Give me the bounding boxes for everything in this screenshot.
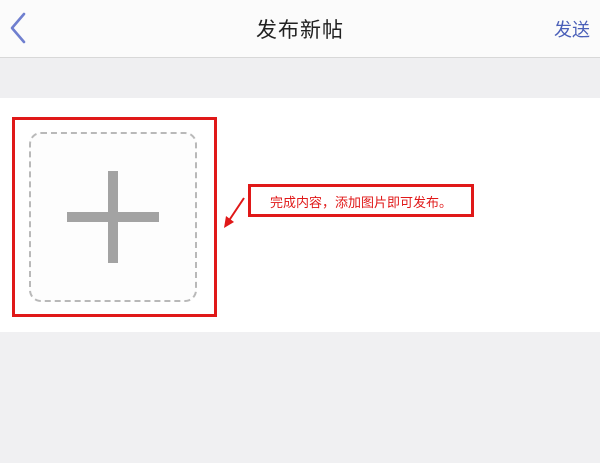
highlight-frame bbox=[12, 117, 217, 317]
instruction-callout: 完成内容，添加图片即可发布。 bbox=[248, 184, 474, 217]
add-image-button[interactable] bbox=[29, 132, 197, 302]
navigation-bar: 发布新帖 发送 bbox=[0, 0, 600, 58]
arrow-icon bbox=[224, 197, 245, 228]
page-title: 发布新帖 bbox=[256, 18, 344, 42]
bottom-area bbox=[0, 332, 600, 463]
plus-icon-vertical bbox=[108, 171, 118, 263]
send-button[interactable]: 发送 bbox=[554, 16, 590, 42]
title-input-area[interactable] bbox=[0, 58, 600, 98]
instruction-text: 完成内容，添加图片即可发布。 bbox=[269, 196, 452, 211]
